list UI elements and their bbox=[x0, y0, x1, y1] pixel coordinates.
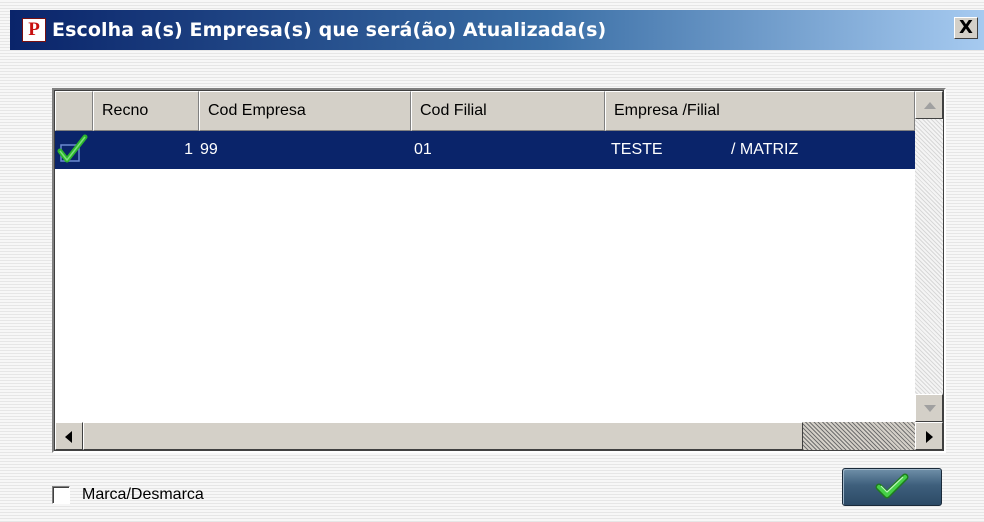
column-header-empresa-filial[interactable]: Empresa /Filial bbox=[605, 91, 915, 131]
horizontal-scroll-thumb[interactable] bbox=[83, 422, 803, 450]
column-header-mark[interactable] bbox=[55, 91, 93, 131]
table-row[interactable]: 1 99 01 TESTE / MATRIZ bbox=[55, 131, 915, 169]
company-grid: Recno Cod Empresa Cod Filial Empresa /Fi… bbox=[52, 88, 946, 453]
row-checkbox[interactable] bbox=[55, 131, 93, 169]
arrow-down-icon bbox=[924, 405, 936, 412]
arrow-right-icon bbox=[926, 431, 933, 443]
scroll-right-button[interactable] bbox=[915, 422, 943, 450]
close-button[interactable]: X bbox=[954, 17, 978, 39]
app-p-icon: P bbox=[22, 18, 46, 42]
green-check-icon bbox=[875, 473, 909, 499]
marca-desmarca-label: Marca/Desmarca bbox=[82, 486, 204, 503]
horizontal-scrollbar[interactable] bbox=[55, 422, 943, 450]
arrow-up-icon bbox=[924, 102, 936, 109]
cell-cod-empresa: 99 bbox=[200, 141, 218, 158]
horizontal-scroll-track[interactable] bbox=[803, 422, 915, 450]
cell-filial: / MATRIZ bbox=[731, 141, 799, 158]
window-title: Escolha a(s) Empresa(s) que será(ão) Atu… bbox=[52, 19, 607, 41]
column-header-cod-empresa[interactable]: Cod Empresa bbox=[199, 91, 411, 131]
confirm-button[interactable] bbox=[842, 468, 942, 506]
scroll-down-button[interactable] bbox=[915, 394, 943, 422]
scroll-up-button[interactable] bbox=[915, 91, 943, 119]
title-bar[interactable]: P Escolha a(s) Empresa(s) que será(ão) A… bbox=[10, 10, 984, 50]
arrow-left-icon bbox=[65, 431, 72, 443]
vertical-scrollbar[interactable] bbox=[915, 91, 943, 422]
dialog-window: P Escolha a(s) Empresa(s) que será(ão) A… bbox=[0, 0, 984, 522]
cell-recno: 1 bbox=[184, 141, 193, 158]
cell-empresa: TESTE bbox=[611, 141, 663, 158]
marca-desmarca-toggle[interactable]: Marca/Desmarca bbox=[52, 486, 204, 504]
scroll-left-button[interactable] bbox=[55, 422, 83, 450]
cell-cod-filial: 01 bbox=[414, 141, 432, 158]
marca-desmarca-checkbox[interactable] bbox=[52, 486, 70, 504]
column-header-cod-filial[interactable]: Cod Filial bbox=[411, 91, 605, 131]
column-header-recno[interactable]: Recno bbox=[93, 91, 199, 131]
green-check-icon bbox=[57, 134, 88, 163]
